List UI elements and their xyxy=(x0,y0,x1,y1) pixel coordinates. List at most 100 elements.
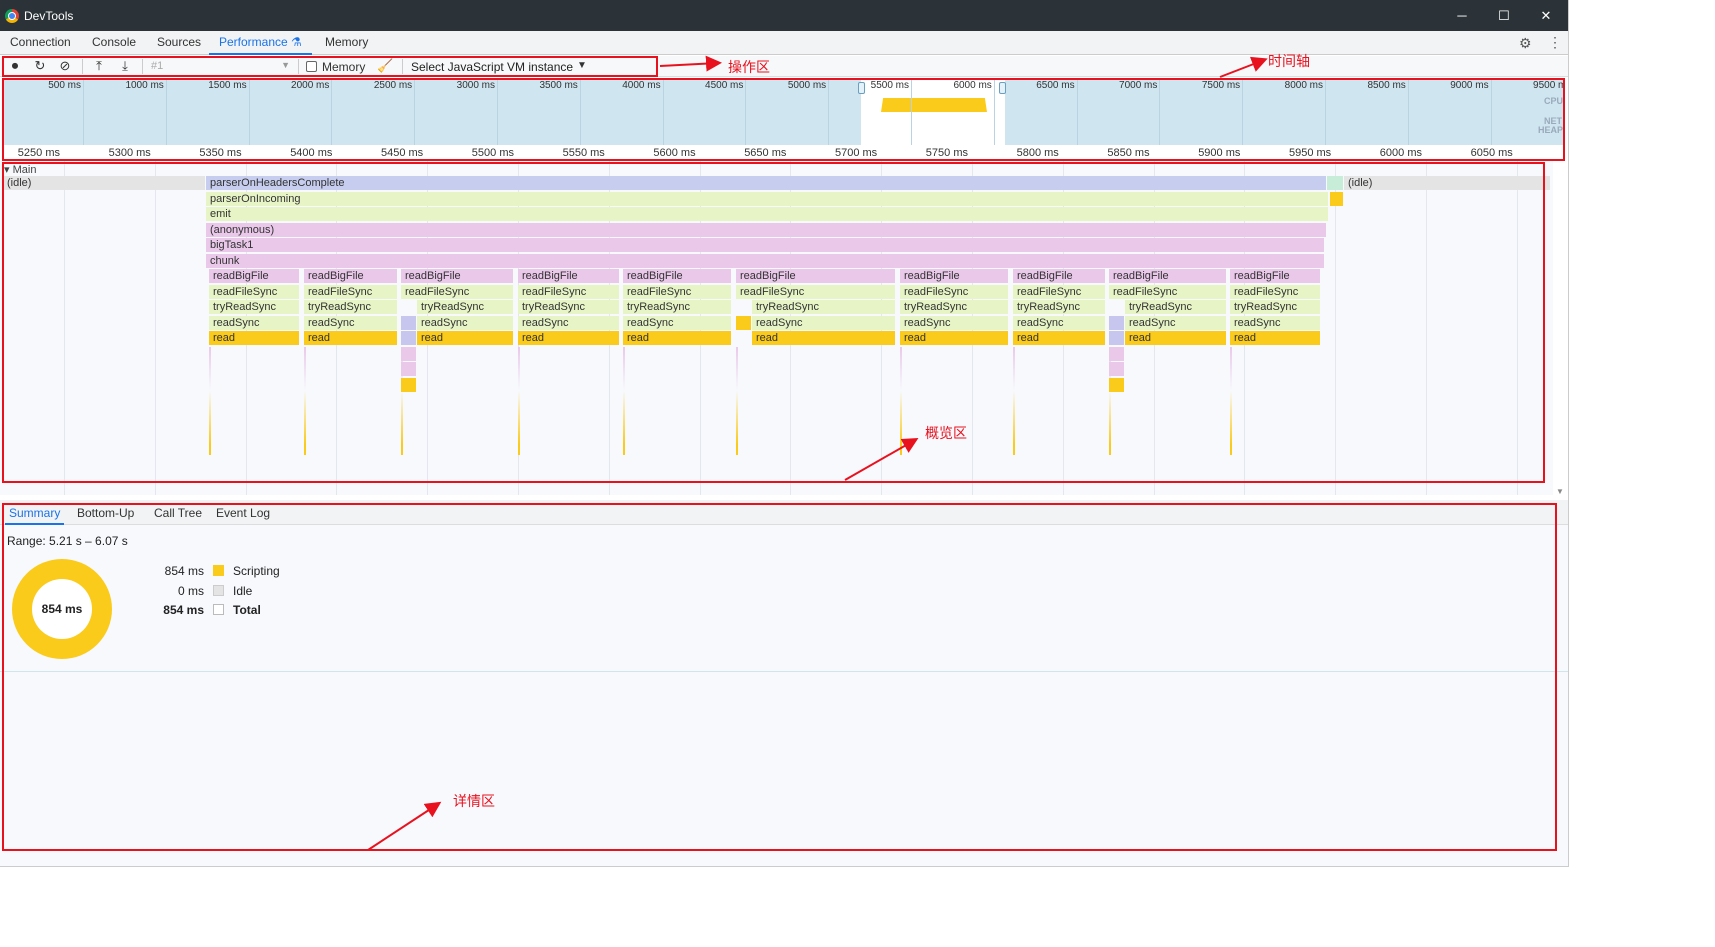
tab-event-log[interactable]: Event Log xyxy=(216,506,270,520)
flame-frame[interactable]: readFileSync xyxy=(518,285,619,299)
download-icon[interactable]: ⤓ xyxy=(117,58,133,74)
maximize-button[interactable]: ☐ xyxy=(1496,8,1512,24)
flame-frame[interactable]: readBigFile xyxy=(900,269,1008,283)
flame-frame[interactable]: readFileSync xyxy=(900,285,1008,299)
flame-frame[interactable]: readFileSync xyxy=(736,285,895,299)
vm-instance-select[interactable]: Select JavaScript VM instance xyxy=(411,60,573,74)
flame-frame[interactable]: tryReadSync xyxy=(1125,300,1226,314)
upload-icon[interactable]: ⤒ xyxy=(91,58,107,74)
garbage-collect-icon[interactable]: 🧹 xyxy=(377,58,393,74)
flame-frame-small[interactable] xyxy=(1109,331,1124,345)
flame-frame[interactable]: parserOnHeadersComplete xyxy=(206,176,1326,190)
flame-frame[interactable]: readFileSync xyxy=(1013,285,1105,299)
flame-frame[interactable]: chunk xyxy=(206,254,1324,268)
flame-frame[interactable]: tryReadSync xyxy=(1230,300,1320,314)
flame-frame[interactable]: readSync xyxy=(1125,316,1226,330)
scroll-down-icon[interactable]: ▼ xyxy=(1556,487,1564,496)
flame-frame[interactable]: tryReadSync xyxy=(752,300,895,314)
flame-frame[interactable]: parserOnIncoming xyxy=(206,192,1328,206)
tab-sources[interactable]: Sources xyxy=(157,35,201,49)
flame-frame[interactable]: readBigFile xyxy=(209,269,299,283)
flame-frame[interactable]: readBigFile xyxy=(623,269,731,283)
flame-frame[interactable]: readFileSync xyxy=(1109,285,1226,299)
flame-frame[interactable]: readBigFile xyxy=(1230,269,1320,283)
flame-frame[interactable]: tryReadSync xyxy=(623,300,731,314)
memory-checkbox[interactable] xyxy=(306,61,317,72)
profile-select[interactable]: #1 ▼ xyxy=(151,60,294,74)
flame-frame[interactable]: emit xyxy=(206,207,1328,221)
flame-frame[interactable]: readFileSync xyxy=(209,285,299,299)
flame-frame[interactable]: readFileSync xyxy=(401,285,513,299)
flame-frame-small[interactable] xyxy=(401,331,416,345)
flame-frame[interactable]: readBigFile xyxy=(304,269,397,283)
tab-connection[interactable]: Connection xyxy=(10,35,71,49)
flame-frame[interactable]: tryReadSync xyxy=(304,300,397,314)
flame-frame-small[interactable] xyxy=(401,347,416,361)
flame-frame[interactable]: tryReadSync xyxy=(417,300,513,314)
selection-right-handle[interactable] xyxy=(999,82,1006,94)
flame-frame[interactable]: read xyxy=(304,331,397,345)
flame-frame[interactable]: readSync xyxy=(752,316,895,330)
reload-icon[interactable]: ↻ xyxy=(32,58,48,74)
record-icon[interactable]: ⏺ xyxy=(7,58,23,74)
flame-frame[interactable]: readFileSync xyxy=(1230,285,1320,299)
flame-frame-small[interactable] xyxy=(1109,347,1124,361)
flame-frame[interactable]: readBigFile xyxy=(1109,269,1226,283)
idle-block[interactable]: (idle) xyxy=(3,176,205,190)
flame-frame[interactable]: (anonymous) xyxy=(206,223,1326,237)
flame-frame[interactable]: read xyxy=(518,331,619,345)
flame-frame-small[interactable] xyxy=(1109,362,1124,376)
more-options-icon[interactable]: ⋮ xyxy=(1548,34,1562,51)
tab-performance[interactable]: Performance ⚗ xyxy=(209,35,312,55)
flame-frame-small[interactable] xyxy=(401,378,416,392)
flame-frame[interactable]: readSync xyxy=(1230,316,1320,330)
flame-frame[interactable]: tryReadSync xyxy=(1013,300,1105,314)
tab-console[interactable]: Console xyxy=(92,35,136,49)
main-track-header[interactable]: ▾ Main xyxy=(4,163,36,176)
minimize-button[interactable]: ─ xyxy=(1454,8,1470,23)
flame-frame-small[interactable] xyxy=(736,316,751,330)
idle-block[interactable]: (idle) xyxy=(1344,176,1550,190)
close-button[interactable]: ✕ xyxy=(1538,8,1554,24)
flame-frame[interactable]: readBigFile xyxy=(518,269,619,283)
tab-memory[interactable]: Memory xyxy=(325,35,368,49)
flame-frame[interactable]: readBigFile xyxy=(401,269,513,283)
flame-frame[interactable]: readFileSync xyxy=(623,285,731,299)
flame-frame[interactable]: readFileSync xyxy=(304,285,397,299)
heap-label: HEAP xyxy=(1538,125,1564,135)
flame-frame-small[interactable] xyxy=(1109,316,1124,330)
flame-frame[interactable]: readSync xyxy=(900,316,1008,330)
flame-frame[interactable]: read xyxy=(623,331,731,345)
flame-frame-small[interactable] xyxy=(1330,192,1343,206)
flame-frame[interactable]: readSync xyxy=(417,316,513,330)
flame-frame[interactable]: bigTask1 xyxy=(206,238,1324,252)
tab-call-tree[interactable]: Call Tree xyxy=(154,506,202,520)
clear-icon[interactable]: ⊘ xyxy=(57,58,73,74)
flame-frame[interactable]: readSync xyxy=(304,316,397,330)
flame-frame[interactable]: readSync xyxy=(623,316,731,330)
flame-frame[interactable]: readSync xyxy=(518,316,619,330)
toolbar-divider xyxy=(402,59,403,74)
flame-chart[interactable]: ▾ Main (idle) (idle) parserOnHeadersComp… xyxy=(0,161,1553,495)
flame-frame[interactable]: readSync xyxy=(1013,316,1105,330)
flame-frame[interactable]: read xyxy=(1230,331,1320,345)
tab-bottom-up[interactable]: Bottom-Up xyxy=(77,506,134,520)
flame-frame[interactable]: read xyxy=(1125,331,1226,345)
flame-frame[interactable]: readBigFile xyxy=(1013,269,1105,283)
flame-frame[interactable]: read xyxy=(752,331,895,345)
flame-frame[interactable]: read xyxy=(209,331,299,345)
settings-gear-icon[interactable]: ⚙ xyxy=(1519,35,1532,52)
flame-frame-small[interactable] xyxy=(401,362,416,376)
flame-frame[interactable]: read xyxy=(417,331,513,345)
flame-frame[interactable]: read xyxy=(1013,331,1105,345)
flame-frame[interactable]: readBigFile xyxy=(736,269,895,283)
flame-frame[interactable]: readSync xyxy=(209,316,299,330)
flame-frame-small[interactable] xyxy=(1109,378,1124,392)
tab-summary[interactable]: Summary xyxy=(4,506,65,525)
timeline-overview[interactable]: CPU NET HEAP 500 ms 1000 ms 1500 ms 2000 ms… xyxy=(3,80,1565,145)
flame-frame[interactable]: tryReadSync xyxy=(518,300,619,314)
flame-frame-small[interactable] xyxy=(401,316,416,330)
flame-frame[interactable]: tryReadSync xyxy=(209,300,299,314)
flame-frame[interactable]: tryReadSync xyxy=(900,300,1008,314)
flame-frame[interactable]: read xyxy=(900,331,1008,345)
